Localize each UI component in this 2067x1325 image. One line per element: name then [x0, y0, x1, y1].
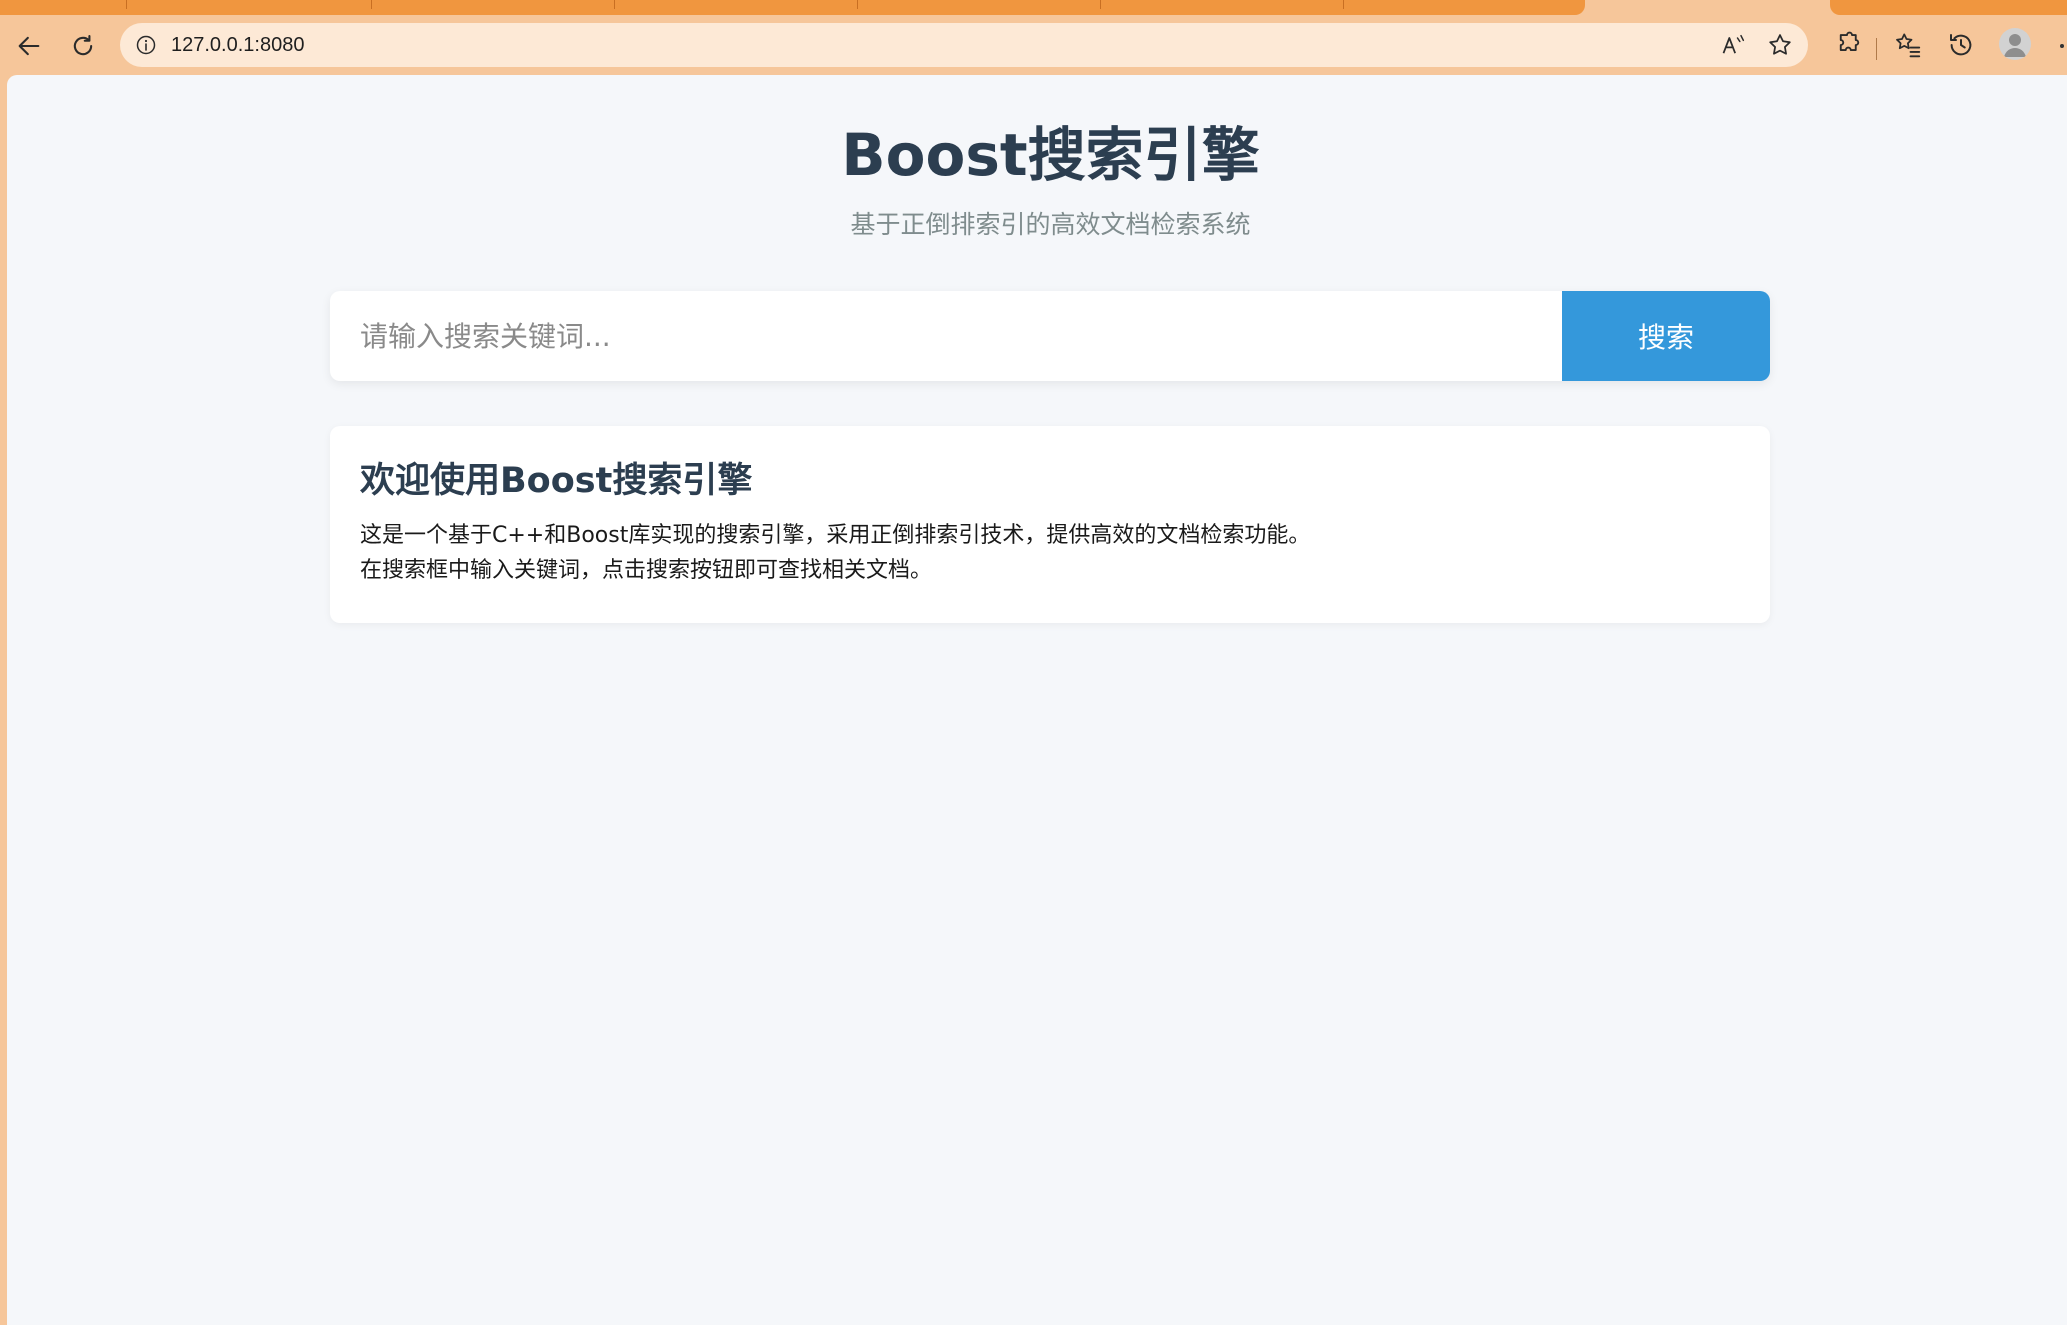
reload-icon [73, 35, 93, 56]
tab-separator [126, 0, 127, 9]
info-icon[interactable] [134, 33, 158, 57]
page-title: Boost搜索引擎 [841, 121, 1260, 189]
welcome-description: 这是一个基于C++和Boost库实现的搜索引擎，采用正倒排索引技术，提供高效的文… [360, 523, 1311, 548]
tab-separator [1100, 0, 1101, 9]
page-subtitle: 基于正倒排索引的高效文档检索系统 [850, 210, 1251, 239]
welcome-title: 欢迎使用Boost搜索引擎 [360, 461, 753, 501]
url-text[interactable]: 127.0.0.1:8080 [171, 33, 304, 57]
welcome-instructions: 在搜索框中输入关键词，点击搜索按钮即可查找相关文档。 [360, 558, 933, 583]
arrow-left-icon [18, 36, 40, 56]
page-viewport: Boost搜索引擎 基于正倒排索引的高效文档检索系统 搜索 欢迎使用Boost搜… [7, 75, 2067, 1325]
address-bar[interactable]: 127.0.0.1:8080 [120, 23, 1808, 67]
reload-button[interactable] [67, 30, 99, 62]
welcome-card: 欢迎使用Boost搜索引擎 这是一个基于C++和Boost库实现的搜索引擎，采用… [330, 426, 1770, 623]
browser-toolbar: 127.0.0.1:8080 [0, 16, 2067, 74]
star-icon[interactable] [1766, 31, 1794, 59]
tab-separator [857, 0, 858, 9]
tab-separator [1343, 0, 1344, 9]
tab-strip [0, 0, 2067, 16]
avatar-icon [2004, 34, 2026, 57]
favorites-list-icon[interactable] [1893, 30, 1923, 60]
search-button[interactable]: 搜索 [1562, 291, 1770, 381]
history-icon[interactable] [1946, 30, 1976, 60]
toolbar-divider [1876, 38, 1877, 60]
tab-separator [371, 0, 372, 9]
puzzle-icon[interactable] [1832, 30, 1862, 60]
tabs-bar[interactable] [0, 0, 1585, 15]
read-aloud-icon[interactable] [1720, 31, 1748, 59]
tabs-bar-overflow[interactable] [1830, 0, 2067, 15]
search-input[interactable] [330, 291, 1562, 381]
more-icon[interactable] [2060, 44, 2064, 48]
back-button[interactable] [13, 30, 45, 62]
tab-separator [614, 0, 615, 9]
search-box: 搜索 [330, 291, 1770, 381]
profile-button[interactable] [1999, 28, 2031, 60]
